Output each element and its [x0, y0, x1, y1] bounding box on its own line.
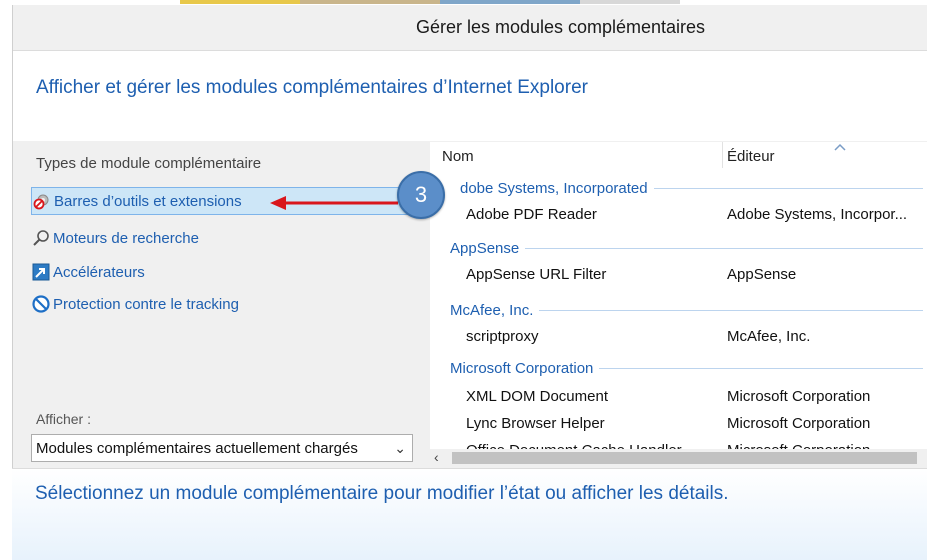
show-filter-dropdown[interactable]: Modules complémentaires actuellement cha… [31, 434, 413, 462]
show-label: Afficher : [36, 411, 91, 427]
tracking-protection-icon [31, 294, 51, 314]
gear-blocked-icon [32, 191, 52, 211]
table-row[interactable]: scriptproxy McAfee, Inc. [430, 326, 927, 350]
details-message: Sélectionnez un module complémentaire po… [35, 483, 729, 504]
column-separator[interactable] [722, 142, 723, 168]
addons-list: Nom Éditeur dobe Systems, Incorporated A… [430, 142, 927, 467]
window-title: Gérer les modules complémentaires [415, 17, 706, 37]
scrollbar-thumb[interactable] [452, 452, 917, 464]
sort-ascending-icon [834, 143, 846, 151]
page-heading: Afficher et gérer les modules complément… [36, 77, 588, 98]
background-segment [180, 0, 300, 4]
search-icon [31, 228, 51, 248]
group-header-microsoft: Microsoft Corporation [430, 358, 927, 378]
background-segment [300, 0, 440, 4]
category-accelerators[interactable]: Accélérateurs [31, 259, 145, 285]
category-label: Moteurs de recherche [53, 229, 199, 247]
category-label: Accélérateurs [53, 263, 145, 281]
accelerator-icon [31, 262, 51, 282]
scroll-left-icon[interactable]: ‹ [434, 449, 439, 465]
chevron-down-icon: ⌄ [394, 440, 406, 456]
category-tracking-protection[interactable]: Protection contre le tracking [31, 291, 239, 317]
background-segment [580, 0, 680, 4]
dropdown-value: Modules complémentaires actuellement cha… [36, 439, 358, 457]
horizontal-scrollbar[interactable]: ‹ [430, 449, 927, 468]
types-label: Types de module complémentaire [36, 155, 262, 172]
group-header-mcafee: McAfee, Inc. [430, 300, 927, 320]
header-area: Afficher et gérer les modules complément… [13, 50, 927, 141]
column-header-publisher[interactable]: Éditeur [727, 142, 775, 170]
group-header-appsense: AppSense [430, 238, 927, 258]
annotation-arrow [270, 196, 398, 210]
table-row[interactable]: Lync Browser Helper Microsoft Corporatio… [430, 413, 927, 437]
table-row[interactable]: AppSense URL Filter AppSense [430, 264, 927, 288]
group-header-adobe: dobe Systems, Incorporated [430, 178, 927, 198]
category-search-providers[interactable]: Moteurs de recherche [31, 225, 199, 251]
title-bar[interactable]: Gérer les modules complémentaires [13, 5, 927, 49]
details-pane: Sélectionnez un module complémentaire po… [12, 468, 927, 560]
category-label: Protection contre le tracking [53, 295, 239, 313]
addon-types-panel: Types de module complémentaire Barres d’… [13, 141, 438, 471]
table-row[interactable]: Adobe PDF Reader Adobe Systems, Incorpor… [430, 204, 927, 228]
column-header-name[interactable]: Nom [442, 142, 474, 170]
category-label: Barres d’outils et extensions [54, 192, 242, 210]
background-segment [440, 0, 580, 4]
step-badge: 3 [397, 171, 445, 219]
table-row[interactable]: XML DOM Document Microsoft Corporation [430, 386, 927, 410]
